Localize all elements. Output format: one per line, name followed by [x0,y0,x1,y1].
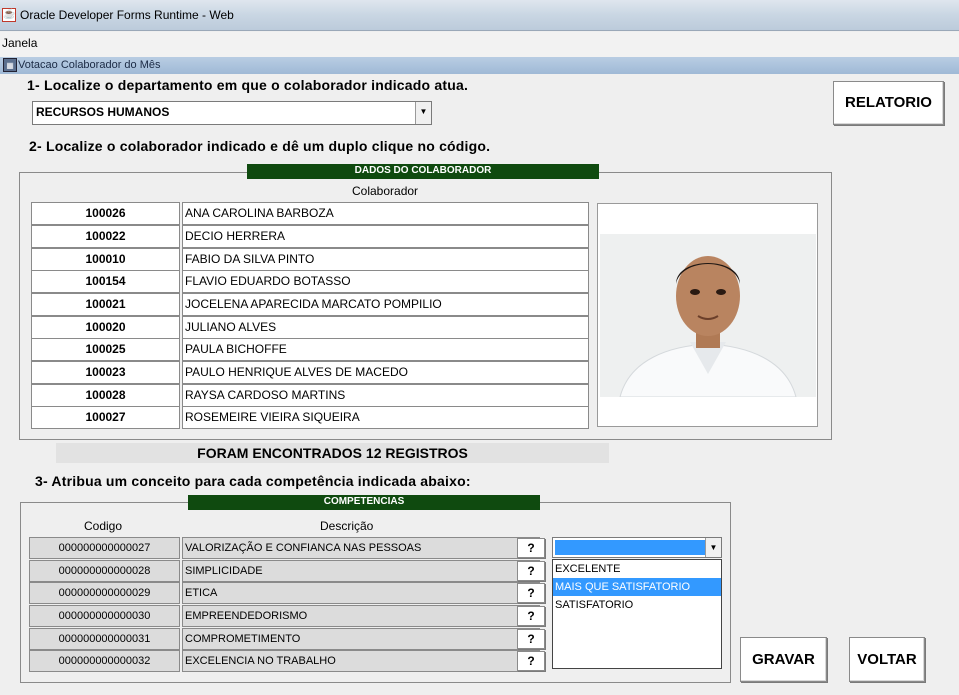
form-title-bar: ▦ Votacao Colaborador do Mês [0,57,959,74]
collaborator-code[interactable]: 100010 [31,248,180,271]
competency-desc: ETICA [182,582,540,604]
menu-bar: Janela [0,32,959,57]
collaborator-code[interactable]: 100026 [31,202,180,225]
competencies-panel-title: COMPETENCIAS [188,495,540,510]
competency-code: 000000000000032 [29,650,180,672]
competency-code: 000000000000029 [29,582,180,604]
collaborator-name[interactable]: JULIANO ALVES [182,316,589,339]
collaborator-name[interactable]: FLAVIO EDUARDO BOTASSO [182,270,589,293]
collaborator-code[interactable]: 100022 [31,225,180,248]
department-selected-value: RECURSOS HUMANOS [36,105,170,119]
window-title: Oracle Developer Forms Runtime - Web [20,8,234,22]
collaborator-photo [600,234,816,397]
collaborator-code[interactable]: 100021 [31,293,180,316]
help-button[interactable]: ? [517,651,545,671]
form-title: Votacao Colaborador do Mês [18,59,161,71]
help-button[interactable]: ? [517,583,545,603]
collaborator-name[interactable]: DECIO HERRERA [182,225,589,248]
collaborator-code[interactable]: 100020 [31,316,180,339]
concept-option-excelente[interactable]: EXCELENTE [553,560,721,578]
save-button[interactable]: GRAVAR [740,637,827,682]
competency-desc: SIMPLICIDADE [182,560,540,582]
competency-desc-header: Descrição [320,519,374,533]
department-select[interactable]: RECURSOS HUMANOS ▼ [32,101,432,125]
collaborator-code[interactable]: 100028 [31,384,180,407]
help-button[interactable]: ? [517,606,545,626]
form-icon: ▦ [3,58,17,72]
competency-code: 000000000000030 [29,605,180,627]
menu-item-janela[interactable]: Janela [2,36,37,50]
help-button[interactable]: ? [517,538,545,558]
collaborator-column-header: Colaborador [352,184,419,198]
competency-desc: EXCELENCIA NO TRABALHO [182,650,540,672]
competency-desc: EMPREENDEDORISMO [182,605,540,627]
collaborator-panel-title: DADOS DO COLABORADOR [247,164,599,179]
collaborator-name[interactable]: PAULO HENRIQUE ALVES DE MACEDO [182,361,589,384]
collaborator-name[interactable]: FABIO DA SILVA PINTO [182,248,589,271]
collaborator-name[interactable]: ROSEMEIRE VIEIRA SIQUEIRA [182,406,589,429]
collaborator-code[interactable]: 100023 [31,361,180,384]
chevron-down-icon[interactable]: ▼ [705,538,721,557]
competency-code: 000000000000027 [29,537,180,559]
java-app-icon: ☕ [2,8,16,22]
competency-code: 000000000000031 [29,628,180,650]
competency-desc: VALORIZAÇÃO E CONFIANCA NAS PESSOAS [182,537,540,559]
collaborator-code[interactable]: 100027 [31,406,180,429]
competency-code: 000000000000028 [29,560,180,582]
back-button[interactable]: VOLTAR [849,637,925,682]
concept-select[interactable]: ▼ [552,537,722,558]
help-button[interactable]: ? [517,629,545,649]
step2-label: 2- Localize o colaborador indicado e dê … [29,138,491,154]
collaborator-name[interactable]: RAYSA CARDOSO MARTINS [182,384,589,407]
collaborator-name[interactable]: PAULA BICHOFFE [182,338,589,361]
concept-selected-value [555,540,705,555]
collaborator-photo-frame [597,203,818,427]
records-found-label: FORAM ENCONTRADOS 12 REGISTROS [56,443,609,463]
concept-dropdown-list: EXCELENTE MAIS QUE SATISFATORIO SATISFAT… [552,559,722,669]
collaborator-name[interactable]: ANA CAROLINA BARBOZA [182,202,589,225]
window-title-bar: ☕ Oracle Developer Forms Runtime - Web [0,0,959,31]
collaborator-code[interactable]: 100154 [31,270,180,293]
concept-option-mais-que-satisfatorio[interactable]: MAIS QUE SATISFATORIO [553,578,721,596]
collaborator-name[interactable]: JOCELENA APARECIDA MARCATO POMPILIO [182,293,589,316]
step1-label: 1- Localize o departamento em que o cola… [27,77,469,93]
step3-label: 3- Atribua um conceito para cada competê… [35,473,471,489]
collaborator-code[interactable]: 100025 [31,338,180,361]
chevron-down-icon[interactable]: ▼ [415,102,431,124]
competency-code-header: Codigo [84,519,123,533]
concept-option-satisfatorio[interactable]: SATISFATORIO [553,596,721,614]
report-button[interactable]: RELATORIO [833,81,944,125]
person-portrait-icon [600,234,816,397]
competency-desc: COMPROMETIMENTO [182,628,540,650]
help-button[interactable]: ? [517,561,545,581]
